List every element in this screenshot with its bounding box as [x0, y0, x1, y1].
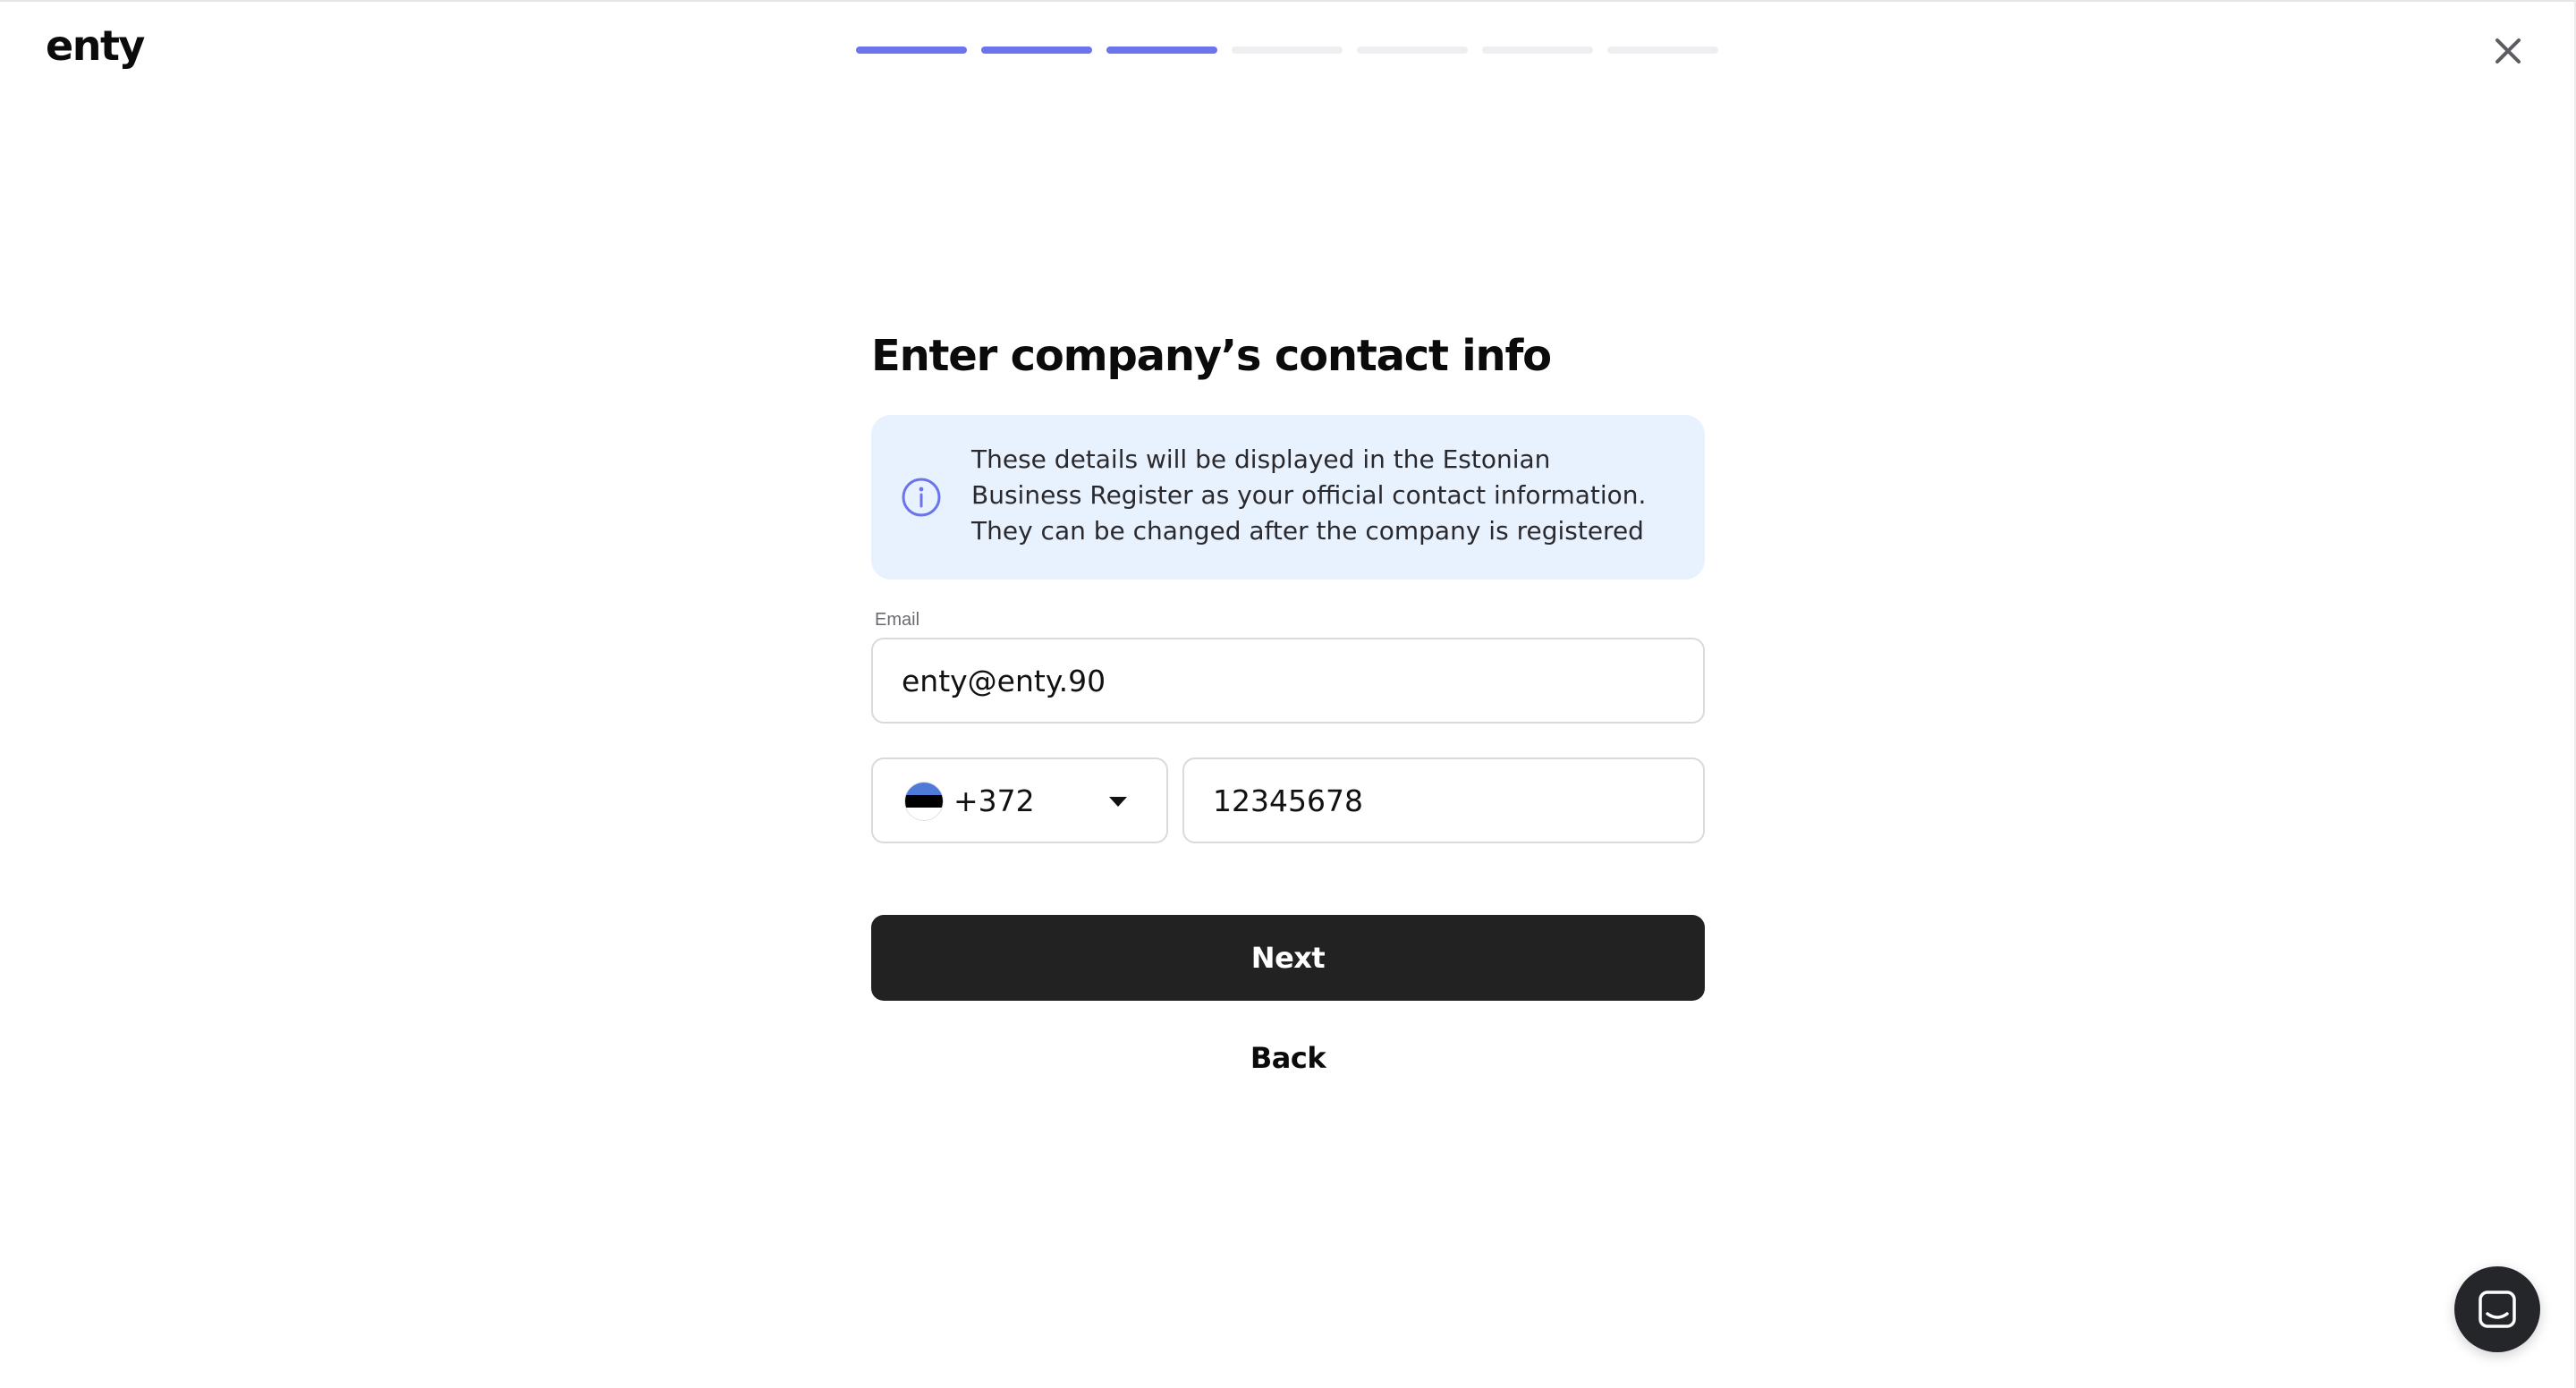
country-code-select[interactable]: +372	[871, 757, 1168, 843]
close-icon	[2496, 38, 2521, 63]
contact-info-form: Enter company’s contact info These detai…	[871, 324, 1705, 1076]
enty-logo[interactable]: enty	[46, 21, 145, 70]
close-button[interactable]	[2492, 35, 2524, 67]
phone-number-field[interactable]	[1182, 757, 1705, 843]
progress-step	[1357, 47, 1468, 54]
page: enty Enter company’s contact info These …	[0, 0, 2576, 1388]
chat-launcher-button[interactable]	[2454, 1266, 2540, 1352]
info-icon	[902, 478, 941, 517]
phone-row: +372	[871, 757, 1705, 843]
page-title: Enter company’s contact info	[871, 331, 1552, 381]
progress-bar	[856, 47, 1718, 54]
email-field[interactable]	[871, 638, 1705, 724]
progress-step	[1106, 47, 1217, 54]
next-button[interactable]: Next	[871, 915, 1705, 1001]
country-code: +372	[953, 783, 1035, 818]
info-banner: These details will be displayed in the E…	[871, 415, 1705, 580]
email-label: Email	[875, 610, 920, 630]
progress-step	[981, 47, 1092, 54]
progress-step	[1607, 47, 1718, 54]
estonia-flag-icon	[904, 782, 944, 821]
chat-icon	[2479, 1291, 2516, 1328]
back-button[interactable]: Back	[871, 1040, 1705, 1076]
progress-step	[1482, 47, 1593, 54]
info-text: These details will be displayed in the E…	[971, 444, 1647, 546]
progress-step	[856, 47, 967, 54]
progress-step	[1232, 47, 1343, 54]
chevron-down-icon	[1109, 797, 1127, 807]
